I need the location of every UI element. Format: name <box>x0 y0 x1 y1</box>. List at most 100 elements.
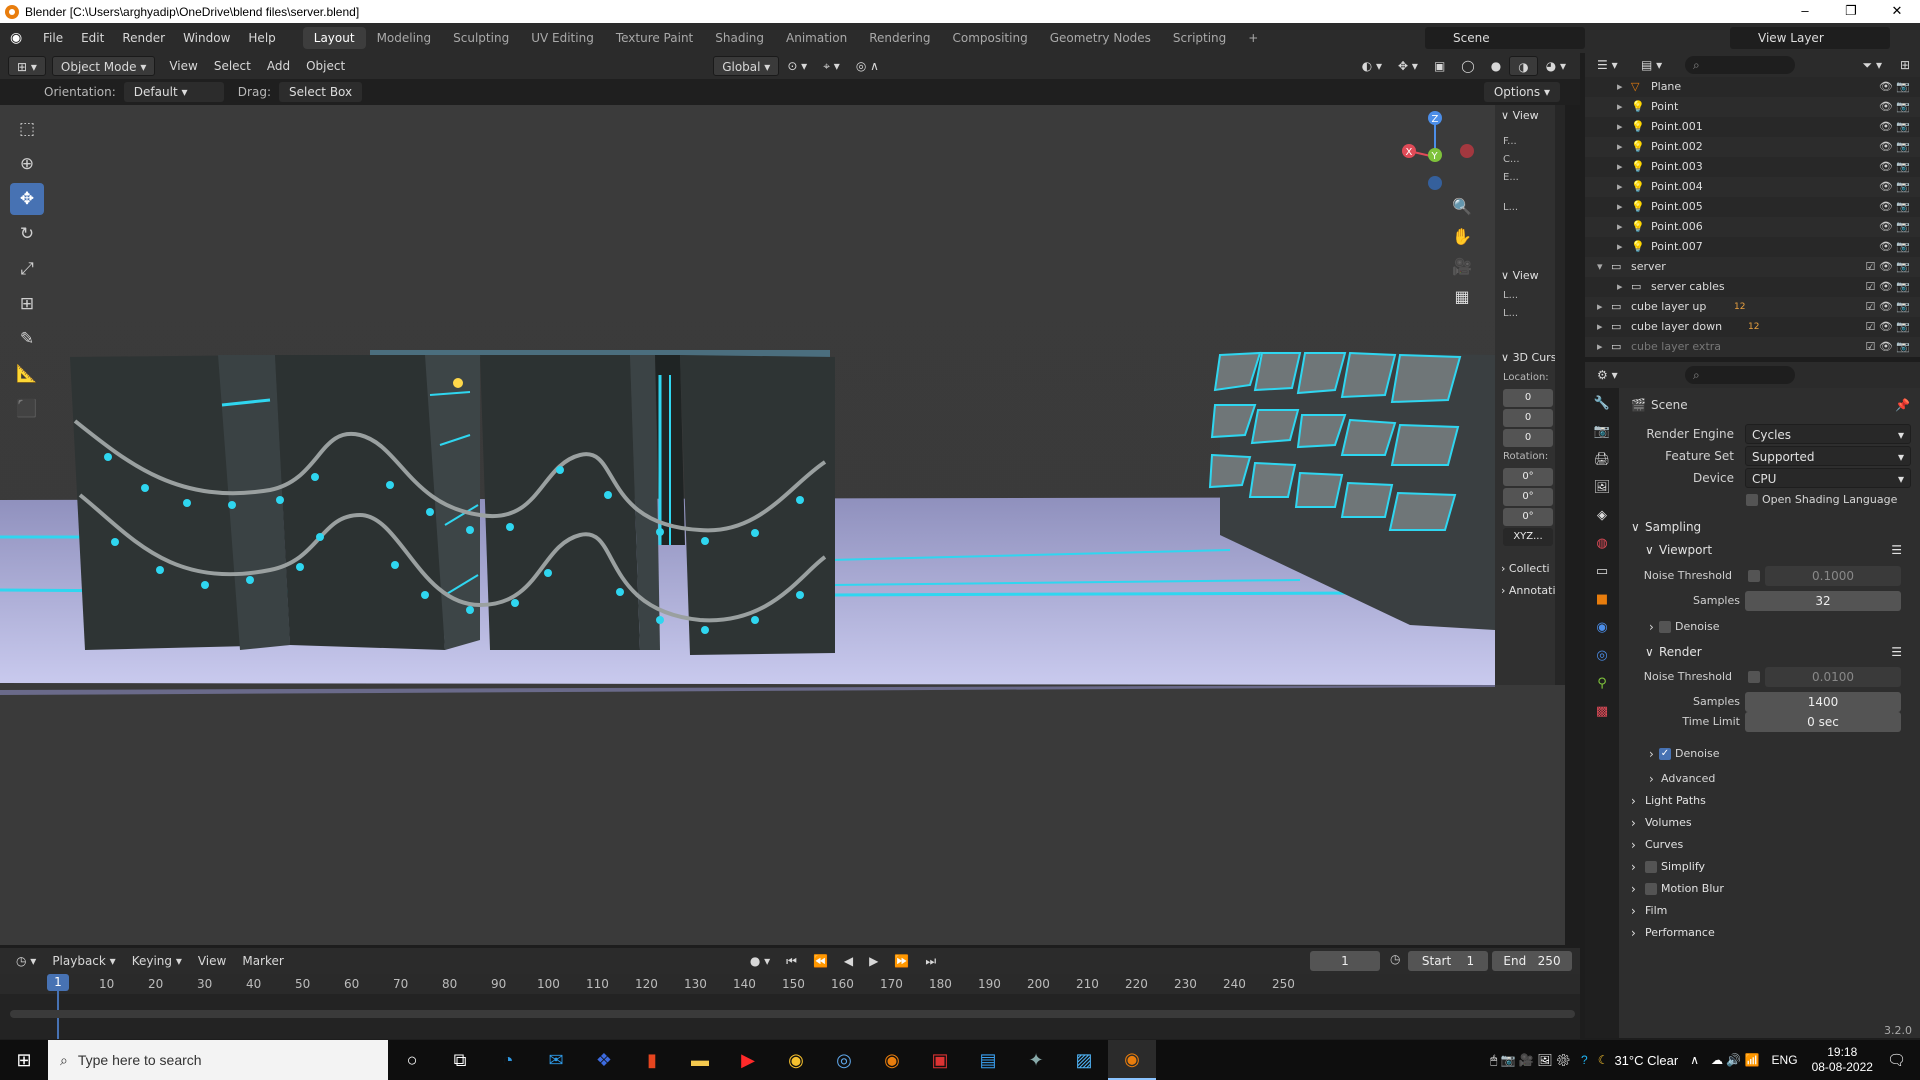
new-collection-icon[interactable]: ⊞ <box>1892 55 1918 75</box>
display-mode-icon[interactable]: ▤ ▾ <box>1633 55 1670 75</box>
zoom-icon[interactable]: 🔍 <box>1448 193 1476 221</box>
menu-help[interactable]: Help <box>239 23 284 53</box>
sampling-panel-header[interactable]: ∨ Sampling <box>1619 516 1920 538</box>
r-denoise-row[interactable]: › ✓ Denoise <box>1619 743 1920 765</box>
cursor-rot-y[interactable]: 0° <box>1503 488 1553 506</box>
outliner-item[interactable]: ▸ 💡 Point.002 👁 📷 <box>1585 137 1920 157</box>
visibility-toggle-icon[interactable]: 👁 📷 <box>1879 197 1910 217</box>
move-tool-icon[interactable]: ✥ <box>10 183 44 215</box>
cursor-rot-z[interactable]: 0° <box>1503 508 1553 526</box>
vp-denoise-row[interactable]: › Denoise <box>1619 616 1920 638</box>
youtube-icon[interactable]: ▶ <box>724 1040 772 1080</box>
select-box-tool-icon[interactable]: ⬚ <box>10 113 44 145</box>
annotate-tool-icon[interactable]: ✎ <box>10 323 44 355</box>
time-limit-field[interactable]: 0 sec <box>1745 712 1901 732</box>
cortana-icon[interactable]: ○ <box>388 1040 436 1080</box>
navigation-gizmo[interactable]: Z X Y <box>1395 105 1475 195</box>
cursor-loc-z[interactable]: 0 <box>1503 429 1553 447</box>
menu-file[interactable]: File <box>34 23 72 53</box>
menu-window[interactable]: Window <box>174 23 239 53</box>
shading-solid-icon[interactable]: ● <box>1483 56 1509 76</box>
panel-checkbox[interactable] <box>1645 861 1657 873</box>
visibility-toggle-icon[interactable]: 👁 📷 <box>1879 157 1910 177</box>
pivot-icon[interactable]: ⊙ ▾ <box>779 56 815 76</box>
timeline-editor-icon[interactable]: ◷ ▾ <box>8 951 44 971</box>
transform-tool-icon[interactable]: ⊞ <box>10 288 44 320</box>
tab-layout[interactable]: Layout <box>302 27 366 49</box>
visibility-toggle-icon[interactable]: ☑ 👁 📷 <box>1865 257 1910 277</box>
help-icon[interactable]: ? <box>1581 1053 1588 1067</box>
menu-select[interactable]: Select <box>206 56 259 76</box>
scene-tab-icon[interactable]: ◈ <box>1590 504 1614 528</box>
clock-icon[interactable]: ◷ <box>1390 952 1400 966</box>
visibility-toggle-icon[interactable]: ☑ 👁 📷 <box>1865 277 1910 297</box>
menu-object[interactable]: Object <box>298 56 353 76</box>
blender-logo-icon[interactable]: ◉ <box>10 30 26 46</box>
blender-taskbar-icon[interactable]: ◉ <box>868 1040 916 1080</box>
cursor-loc-y[interactable]: 0 <box>1503 409 1553 427</box>
view-lock-header[interactable]: ∨ View <box>1495 265 1555 287</box>
collection-tab-icon[interactable]: ▭ <box>1590 560 1614 584</box>
orientation-dropdown[interactable]: Default ▾ <box>123 82 224 102</box>
overlay-icon[interactable]: ◐ ▾ <box>1354 56 1390 76</box>
shading-wireframe-icon[interactable]: ◯ <box>1453 56 1482 76</box>
r-noise-field[interactable]: 0.0100 <box>1765 667 1901 687</box>
next-key-icon[interactable]: ⏩ <box>886 951 917 971</box>
proportional-edit-icon[interactable]: ◎ ∧ <box>848 56 887 76</box>
expand-arrow-icon[interactable]: ▸ <box>1617 137 1623 157</box>
timeline-scrollbar[interactable] <box>10 1010 1575 1018</box>
render-tab-icon[interactable]: 📷 <box>1590 420 1614 444</box>
visibility-toggle-icon[interactable]: 👁 📷 <box>1879 177 1910 197</box>
texture-tab-icon[interactable]: ▩ <box>1590 700 1614 724</box>
object-tab-icon[interactable]: ■ <box>1590 588 1614 612</box>
visibility-toggle-icon[interactable]: 👁 📷 <box>1879 237 1910 257</box>
expand-arrow-icon[interactable]: ▸ <box>1597 337 1603 357</box>
outliner-item[interactable]: ▸ ▭ cube layer up 12 ☑ 👁 📷 <box>1585 297 1920 317</box>
vp-samples-field[interactable]: 32 <box>1745 591 1901 611</box>
chrome-icon[interactable]: ◉ <box>772 1040 820 1080</box>
visibility-toggle-icon[interactable]: ☑ 👁 📷 <box>1865 297 1910 317</box>
modifier-tab-icon[interactable]: ◉ <box>1590 616 1614 640</box>
presets-icon[interactable]: ☰ <box>1891 539 1902 561</box>
playback-menu[interactable]: Playback ▾ <box>44 951 123 971</box>
options-dropdown[interactable]: Options ▾ <box>1483 82 1560 102</box>
add-cube-tool-icon[interactable]: ⬛ <box>10 393 44 425</box>
expand-arrow-icon[interactable]: ▸ <box>1617 177 1623 197</box>
visibility-toggle-icon[interactable]: 👁 📷 <box>1879 137 1910 157</box>
office-icon[interactable]: ▮ <box>628 1040 676 1080</box>
vp-denoise-checkbox[interactable] <box>1659 621 1671 633</box>
annotations-panel-header[interactable]: › Annotati <box>1495 580 1555 602</box>
jump-end-icon[interactable]: ⏭ <box>917 951 944 971</box>
frame-ruler[interactable]: 10 20 30 40 50 60 70 80 90 100 110 120 130 140 150 160 1… <box>0 974 1580 994</box>
expand-arrow-icon[interactable]: ▸ <box>1617 117 1623 137</box>
clock[interactable]: 19:18 08-08-2022 <box>1812 1045 1873 1075</box>
constraints-tab-icon[interactable]: ⚲ <box>1590 672 1614 696</box>
cursor-rot-x[interactable]: 0° <box>1503 468 1553 486</box>
jump-start-icon[interactable]: ⏮ <box>778 951 805 971</box>
device-dropdown[interactable]: CPU ▾ <box>1745 468 1911 488</box>
drag-dropdown[interactable]: Select Box <box>278 82 363 102</box>
3d-viewport[interactable]: ⬚ ⊕ ✥ ↻ ⤢ ⊞ ✎ 📐 ⬛ Z X Y 🔍 ✋ 🎥 ▦ ∨ View F… <box>0 105 1565 945</box>
mode-dropdown[interactable]: Object Mode ▾ <box>51 56 156 76</box>
playhead[interactable]: 1 <box>47 974 69 991</box>
editor-type-button[interactable]: ⊞ ▾ <box>8 56 46 76</box>
visibility-toggle-icon[interactable]: 👁 📷 <box>1879 117 1910 137</box>
outliner-item[interactable]: ▸ ▭ cube layer down 12 ☑ 👁 📷 <box>1585 317 1920 337</box>
collection-panel-header[interactable]: › Collecti <box>1495 558 1555 580</box>
gizmo-icon[interactable]: ✥ ▾ <box>1390 56 1426 76</box>
outliner-item[interactable]: ▸ 💡 Point.004 👁 📷 <box>1585 177 1920 197</box>
world-tab-icon[interactable]: ◍ <box>1590 532 1614 556</box>
outliner-item[interactable]: ▸ ▭ cube layer extra ☑ 👁 📷 <box>1585 337 1920 357</box>
taskbar-search-input[interactable]: ⌕ Type here to search <box>48 1040 388 1080</box>
timeline-area[interactable]: 10 20 30 40 50 60 70 80 90 100 110 120 130 140 150 160 1… <box>0 974 1580 1039</box>
current-frame-field[interactable]: 1 <box>1310 951 1380 971</box>
advanced-subpanel-header[interactable]: › Advanced <box>1619 768 1920 790</box>
outliner-search-input[interactable]: ⌕ <box>1685 56 1795 74</box>
pan-hand-icon[interactable]: ✋ <box>1448 223 1476 251</box>
visibility-toggle-icon[interactable]: 👁 📷 <box>1879 97 1910 117</box>
tray-app-icons[interactable]: 🖱 📷 🎥 🖼 ⚙ <box>1490 1053 1571 1068</box>
expand-arrow-icon[interactable]: ▸ <box>1597 297 1603 317</box>
language-indicator[interactable]: ENG <box>1772 1053 1798 1067</box>
scene-selector[interactable]: Scene <box>1425 27 1585 49</box>
screen-app-icon[interactable]: ▣ <box>916 1040 964 1080</box>
